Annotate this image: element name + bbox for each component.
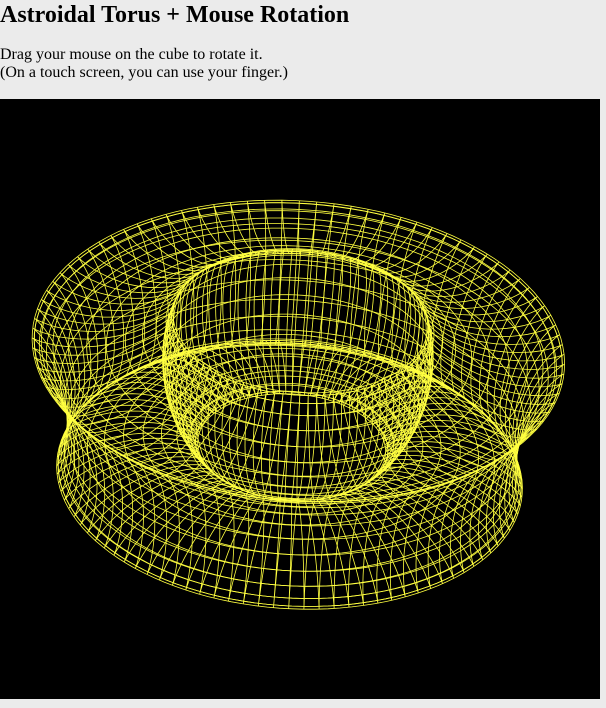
meridian-line bbox=[297, 202, 318, 395]
astroidal-torus-wireframe[interactable] bbox=[0, 99, 600, 699]
instruction-line-drag: Drag your mouse on the cube to rotate it… bbox=[0, 46, 263, 63]
page-title: Astroidal Torus + Mouse Rotation bbox=[0, 2, 350, 28]
rotation-canvas[interactable] bbox=[0, 99, 600, 699]
instructions: Drag your mouse on the cube to rotate it… bbox=[0, 46, 288, 82]
instruction-line-touch: (On a touch screen, you can use your fin… bbox=[0, 64, 288, 81]
parallel-line bbox=[33, 202, 563, 503]
meridian-line bbox=[46, 289, 204, 426]
wireframe-lines bbox=[31, 199, 566, 610]
parallel-line bbox=[53, 239, 540, 516]
meridian-line bbox=[369, 278, 521, 422]
meridian-line bbox=[274, 200, 293, 394]
meridian-line bbox=[259, 200, 285, 394]
meridian-line bbox=[290, 200, 302, 394]
